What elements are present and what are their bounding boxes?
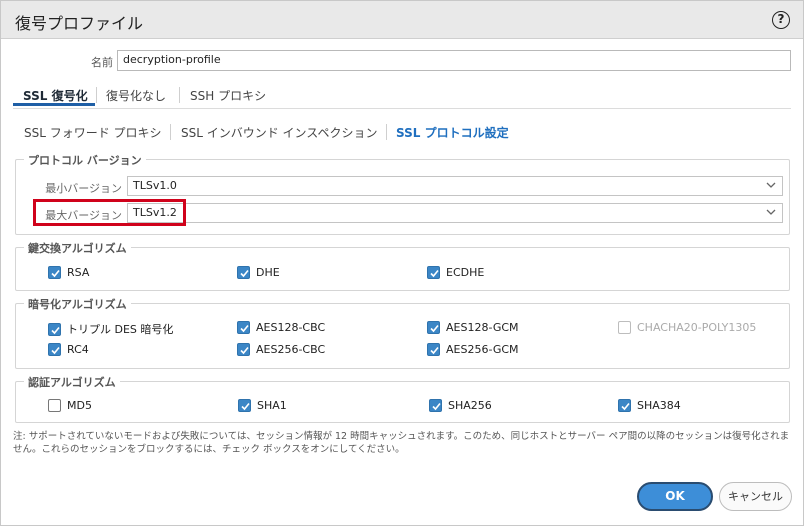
dialog-title: 復号プロファイル — [15, 14, 144, 33]
checkbox-aes256-gcm[interactable]: AES256-GCM — [427, 343, 519, 356]
checkbox-label: RC4 — [67, 343, 89, 356]
tab-ssl-decryption[interactable]: SSL 復号化 — [23, 87, 88, 104]
checkbox-label: SHA256 — [448, 399, 492, 412]
checkmark-icon — [427, 343, 440, 356]
checkbox-label: SHA1 — [257, 399, 287, 412]
encryption-legend: 暗号化アルゴリズム — [24, 296, 131, 312]
name-label: 名前 — [91, 56, 113, 69]
checkmark-icon — [618, 399, 631, 412]
tab-no-decryption[interactable]: 復号化なし — [106, 87, 166, 104]
ok-button[interactable]: OK — [637, 482, 713, 511]
checkbox-label: RSA — [67, 266, 90, 279]
checkbox-chacha20-poly1305[interactable]: CHACHA20-POLY1305 — [618, 321, 756, 334]
tab-separator — [179, 87, 180, 103]
tabs-divider — [13, 108, 791, 109]
subtab-ssl-forward-proxy[interactable]: SSL フォワード プロキシ — [24, 124, 162, 141]
checkbox-aes128-cbc[interactable]: AES128-CBC — [237, 321, 325, 334]
checkmark-icon — [237, 343, 250, 356]
checkbox-box — [48, 399, 61, 412]
tab-separator — [96, 87, 97, 103]
key-exchange-group: 鍵交換アルゴリズム — [15, 240, 790, 291]
subtab-ssl-inbound-inspection[interactable]: SSL インバウンド インスペクション — [181, 124, 377, 141]
checkbox-dhe[interactable]: DHE — [237, 266, 280, 279]
checkbox-aes256-cbc[interactable]: AES256-CBC — [237, 343, 325, 356]
checkmark-icon — [429, 399, 442, 412]
max-version-highlight — [33, 199, 186, 226]
tab-ssh-proxy[interactable]: SSH プロキシ — [190, 87, 266, 104]
chevron-down-icon — [766, 182, 776, 188]
checkbox-label: AES256-CBC — [256, 343, 326, 356]
checkbox-label: ECDHE — [446, 266, 485, 279]
checkbox-ecdhe[interactable]: ECDHE — [427, 266, 484, 279]
authentication-legend: 認証アルゴリズム — [24, 374, 120, 390]
checkmark-icon — [238, 399, 251, 412]
protocol-version-legend: プロトコル バージョン — [24, 152, 146, 168]
checkmark-icon — [427, 321, 440, 334]
chevron-down-icon — [766, 209, 776, 215]
checkbox-md5[interactable]: MD5 — [48, 399, 92, 412]
checkbox-label: DHE — [256, 266, 280, 279]
key-exchange-legend: 鍵交換アルゴリズム — [24, 240, 131, 256]
checkbox-triple-des[interactable]: トリプル DES 暗号化 — [48, 321, 173, 337]
checkmark-icon — [427, 266, 440, 279]
checkbox-sha256[interactable]: SHA256 — [429, 399, 492, 412]
checkbox-sha384[interactable]: SHA384 — [618, 399, 681, 412]
subtab-separator — [386, 124, 387, 140]
active-tab-indicator — [13, 103, 95, 106]
subtab-ssl-protocol-settings[interactable]: SSL プロトコル設定 — [396, 124, 509, 141]
checkbox-aes128-gcm[interactable]: AES128-GCM — [427, 321, 519, 334]
checkbox-sha1[interactable]: SHA1 — [238, 399, 287, 412]
min-version-select[interactable]: TLSv1.0 — [127, 176, 783, 196]
checkbox-label: CHACHA20-POLY1305 — [637, 321, 757, 334]
checkbox-label: AES256-GCM — [446, 343, 519, 356]
checkmark-icon — [237, 321, 250, 334]
dialog-titlebar: 復号プロファイル ? — [1, 1, 803, 39]
help-icon[interactable]: ? — [772, 11, 790, 29]
checkmark-icon — [48, 266, 61, 279]
checkbox-label: AES128-CBC — [256, 321, 326, 334]
subtab-separator — [170, 124, 171, 140]
cancel-button[interactable]: キャンセル — [719, 482, 792, 511]
checkbox-rc4[interactable]: RC4 — [48, 343, 89, 356]
cache-note: 注: サポートされていないモードおよび失敗については、セッション情報が 12 時… — [13, 431, 790, 455]
checkmark-icon — [237, 266, 250, 279]
checkbox-label: トリプル DES 暗号化 — [67, 323, 174, 336]
checkbox-box — [618, 321, 631, 334]
checkbox-label: SHA384 — [637, 399, 681, 412]
min-version-value: TLSv1.0 — [133, 179, 177, 192]
checkbox-label: MD5 — [67, 399, 92, 412]
max-version-select[interactable]: TLSv1.2 — [127, 203, 783, 223]
decryption-profile-dialog: 復号プロファイル ? 名前 decryption-profile SSL 復号化… — [0, 0, 804, 526]
checkmark-icon — [48, 322, 61, 336]
checkmark-icon — [48, 343, 61, 356]
checkbox-rsa[interactable]: RSA — [48, 266, 89, 279]
name-input[interactable]: decryption-profile — [117, 50, 791, 71]
min-version-label: 最小バージョン — [45, 182, 122, 195]
checkbox-label: AES128-GCM — [446, 321, 519, 334]
